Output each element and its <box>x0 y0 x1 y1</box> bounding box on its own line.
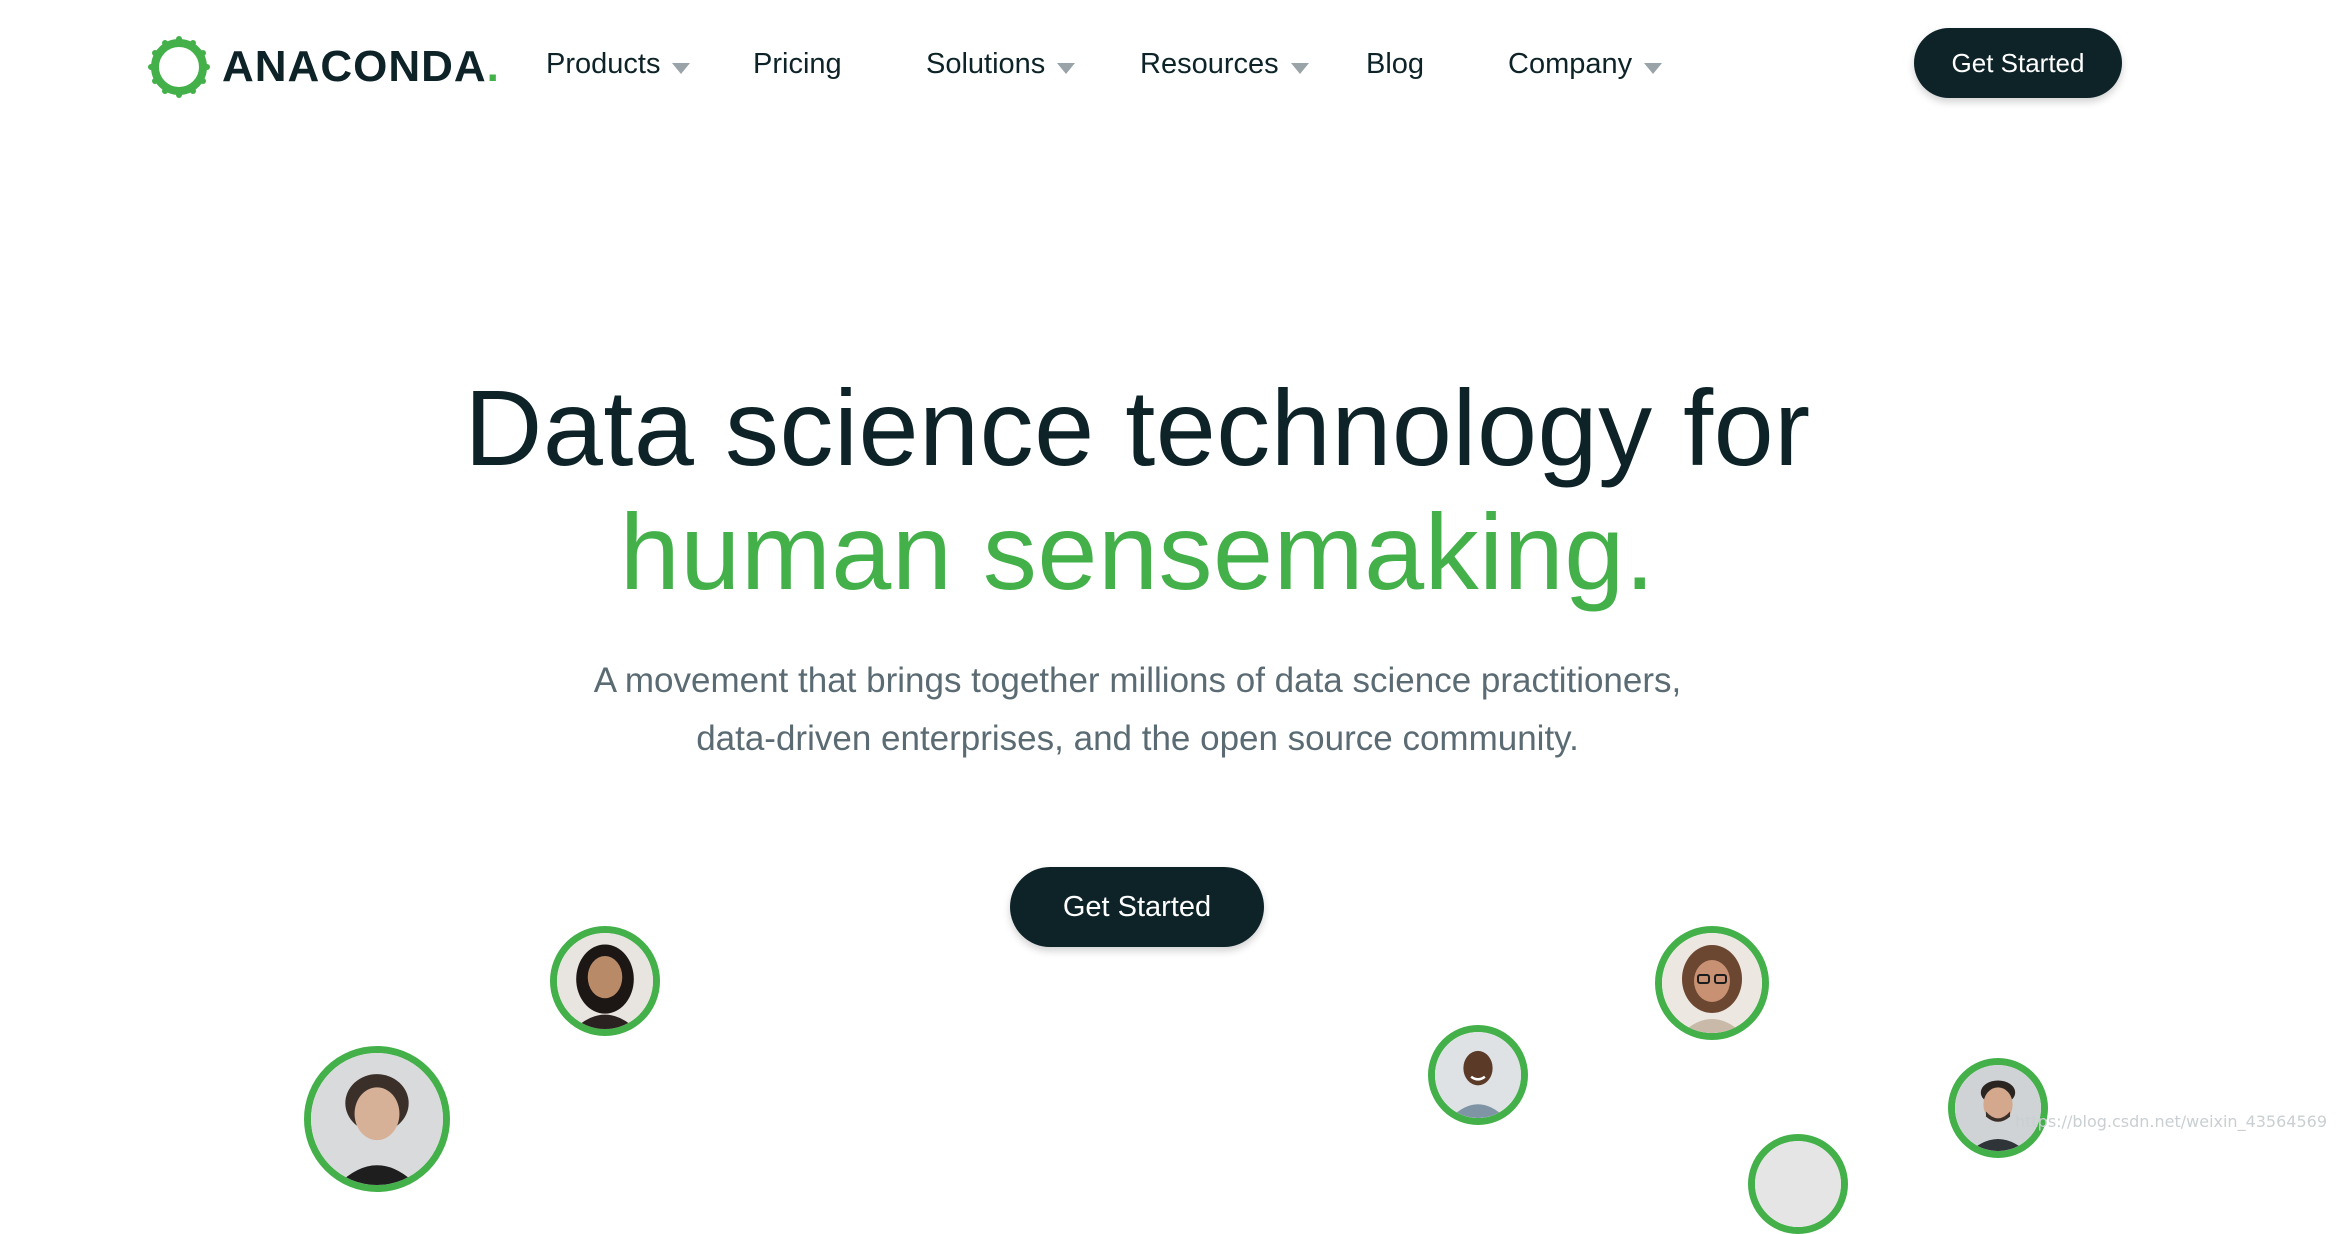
nav-solutions-label: Solutions <box>926 47 1046 80</box>
nav-blog-label: Blog <box>1366 47 1425 80</box>
watermark-url: https://blog.csdn.net/weixin_43564569 <box>2014 1112 2327 1131</box>
nav-pricing-label: Pricing <box>753 47 842 80</box>
nav-solutions[interactable]: Solutions <box>926 42 1076 86</box>
hero-title-line2: human sensemaking. <box>619 491 1656 612</box>
anaconda-ring-icon <box>148 36 210 98</box>
hero-subtitle: A movement that brings together millions… <box>0 652 2275 768</box>
avatar-woman-dark-hair <box>550 926 660 1036</box>
chevron-down-icon <box>672 62 691 74</box>
hero-subtitle-line1: A movement that brings together millions… <box>593 661 1682 700</box>
nav-pricing[interactable]: Pricing <box>753 42 842 86</box>
avatar-woman-glasses <box>1655 926 1769 1040</box>
chevron-down-icon <box>1057 62 1076 74</box>
anaconda-logo[interactable]: ANACONDA. <box>148 36 500 98</box>
nav-products-label: Products <box>546 47 661 80</box>
nav-get-started-button[interactable]: Get Started <box>1914 28 2122 98</box>
avatar-man-beard <box>1948 1058 2048 1158</box>
nav-company-label: Company <box>1508 47 1633 80</box>
chevron-down-icon <box>1290 62 1309 74</box>
chevron-down-icon <box>1644 62 1663 74</box>
hero-get-started-label: Get Started <box>1062 890 1212 923</box>
nav-company[interactable]: Company <box>1508 42 1663 86</box>
nav-resources-label: Resources <box>1140 47 1279 80</box>
nav-blog[interactable]: Blog <box>1366 42 1424 86</box>
top-navigation: ANACONDA. Products Pricing Solutions Res… <box>0 0 2337 130</box>
avatar-woman-short-hair <box>304 1046 450 1192</box>
avatar-man-smiling <box>1428 1025 1528 1125</box>
nav-resources[interactable]: Resources <box>1140 42 1309 86</box>
hero-subtitle-line2: data-driven enterprises, and the open so… <box>696 719 1579 758</box>
hero-get-started-button[interactable]: Get Started <box>1010 867 1264 947</box>
hero-title-line1: Data science technology for <box>464 367 1811 488</box>
nav-get-started-label: Get Started <box>1951 47 2085 78</box>
avatar-partial <box>1748 1134 1848 1234</box>
hero-title: Data science technology for human sensem… <box>0 366 2275 614</box>
logo-wordmark: ANACONDA. <box>222 42 500 91</box>
nav-products[interactable]: Products <box>546 42 691 86</box>
